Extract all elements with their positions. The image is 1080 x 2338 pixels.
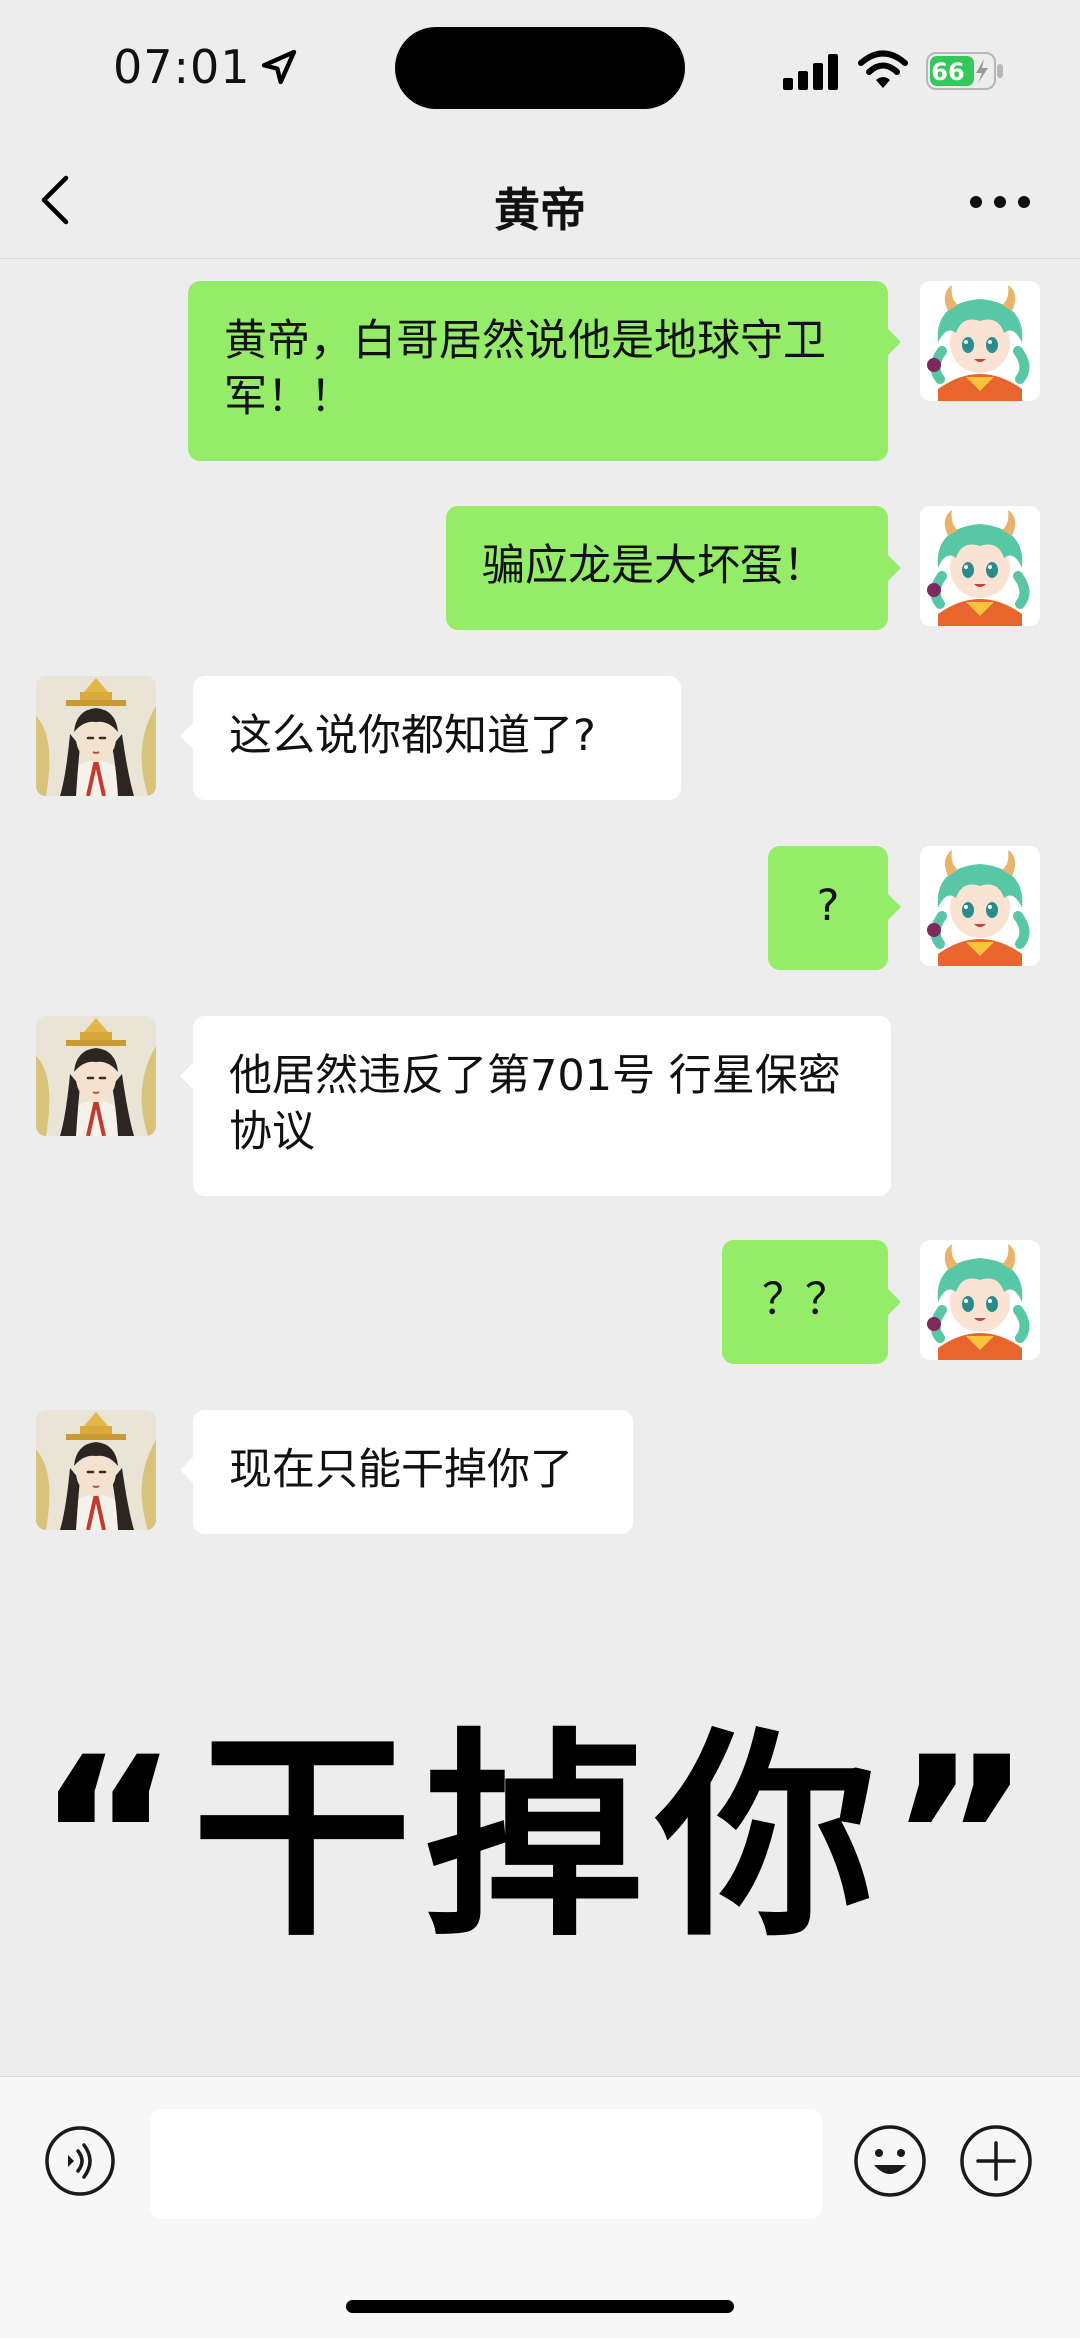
more-dots-icon[interactable] (968, 194, 1032, 210)
battery-charging-icon: 66 (926, 52, 1003, 90)
message-text: 现在只能干掉你了 (229, 1445, 573, 1495)
battery-level: 66 (931, 58, 964, 86)
message-bubble[interactable]: 这么说你都知道了? (193, 676, 681, 800)
avatar[interactable] (920, 846, 1040, 966)
bubble-tail (887, 554, 901, 582)
cellular-signal-icon (783, 54, 838, 90)
bubble-tail (180, 1062, 194, 1090)
message-text: ？？ (762, 1275, 848, 1325)
message-bubble[interactable]: ? (768, 846, 888, 970)
overlay-caption: “干掉你” (35, 1710, 1045, 1966)
avatar[interactable] (36, 676, 156, 796)
bubble-tail (887, 893, 901, 921)
chat-title: 黄帝 (494, 183, 586, 237)
avatar[interactable] (36, 1410, 156, 1530)
message-text: 骗应龙是大坏蛋！ (482, 541, 826, 591)
plus-icon[interactable] (958, 2123, 1034, 2199)
message-bubble[interactable]: 黄帝，白哥居然说他是地球守卫军！！ (188, 281, 888, 461)
status-bar: 07:01 66 (0, 0, 1080, 140)
battery-indicator: 66 (926, 51, 1006, 91)
message-input[interactable] (150, 2109, 822, 2219)
message-bubble[interactable]: ？？ (722, 1240, 888, 1364)
emoji-icon[interactable] (852, 2123, 928, 2199)
chat-header: 黄帝 (0, 140, 1080, 259)
avatar[interactable] (36, 1016, 156, 1136)
input-bar (0, 2076, 1080, 2338)
message-text: ? (816, 881, 840, 931)
message-text: 他居然违反了第701号 行星保密协议 (229, 1051, 841, 1157)
avatar[interactable] (920, 281, 1040, 401)
message-text: 这么说你都知道了? (229, 711, 596, 761)
home-indicator[interactable] (346, 2300, 734, 2313)
wifi-icon (858, 50, 908, 88)
message-text: 黄帝，白哥居然说他是地球守卫军！！ (224, 316, 826, 422)
message-bubble[interactable]: 他居然违反了第701号 行星保密协议 (193, 1016, 891, 1196)
message-bubble[interactable]: 骗应龙是大坏蛋！ (446, 506, 888, 630)
bubble-tail (180, 1456, 194, 1484)
avatar[interactable] (920, 506, 1040, 626)
status-time: 07:01 (113, 40, 299, 94)
location-arrow-icon (261, 49, 296, 85)
bubble-tail (180, 722, 194, 750)
bubble-tail (887, 328, 901, 356)
voice-input-icon[interactable] (44, 2125, 116, 2197)
bubble-tail (887, 1288, 901, 1316)
dynamic-island (395, 27, 685, 109)
status-time-text: 07:01 (113, 40, 251, 94)
avatar[interactable] (920, 1240, 1040, 1360)
message-bubble[interactable]: 现在只能干掉你了 (193, 1410, 633, 1534)
